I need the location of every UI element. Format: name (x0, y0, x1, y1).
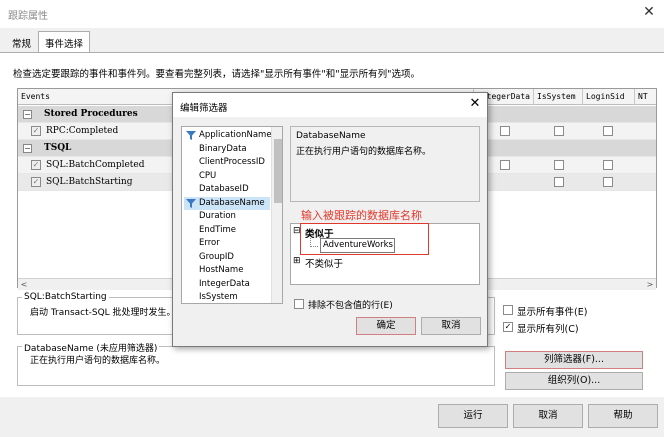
collapse-expander-icon[interactable]: − (23, 144, 32, 153)
event-label: RPC:Completed (46, 126, 119, 136)
column-description-text: 正在执行用户语句的数据库名称。 (30, 356, 166, 366)
filter-field-item[interactable]: EndTime (184, 224, 270, 238)
column-header-issystem[interactable]: IsSystem (533, 89, 582, 105)
annotation-highlight (300, 223, 429, 255)
annotation-text: 输入被跟踪的数据库名称 (301, 209, 422, 222)
filter-field-item[interactable]: DatabaseName (184, 196, 270, 210)
event-checkbox[interactable]: ✓ (31, 160, 41, 170)
filter-field-label: ApplicationName (199, 130, 272, 140)
cancel-button[interactable]: 取消 (513, 404, 583, 428)
show-all-events-checkbox[interactable] (503, 305, 513, 315)
filter-funnel-icon (186, 198, 196, 208)
window-close-button[interactable]: ✕ (640, 3, 658, 21)
filter-field-label: IntegerData (199, 278, 250, 289)
field-description-title: DatabaseName (296, 131, 366, 141)
column-filters-button[interactable]: 列筛选器(F)... (505, 351, 643, 369)
expand-tree-icon[interactable]: ⊞ (293, 256, 301, 266)
scrollbar-thumb[interactable] (274, 139, 282, 203)
filter-field-label: IsSystem (199, 292, 238, 302)
dialog-title-bar: 编辑筛选器 ✕ (173, 93, 487, 117)
event-label: SQL:BatchStarting (46, 177, 133, 187)
filter-field-item[interactable]: IsSystem (184, 291, 270, 303)
event-checkbox[interactable]: ✓ (31, 126, 41, 136)
collapse-expander-icon[interactable]: − (23, 110, 32, 119)
category-label: Stored Procedures (44, 109, 138, 119)
scroll-left-icon[interactable]: < (18, 279, 30, 291)
column-header-loginsid[interactable]: LoginSid (582, 89, 634, 105)
column-checkbox[interactable] (500, 126, 510, 136)
filter-field-item[interactable]: ApplicationName (184, 129, 272, 143)
filter-funnel-icon (186, 131, 196, 140)
dialog-title: 编辑筛选器 (180, 103, 228, 114)
tab-events-selection[interactable]: 事件选择 (38, 31, 91, 53)
column-checkbox[interactable] (500, 160, 510, 170)
filter-field-item[interactable]: ClientProcessID (184, 156, 270, 170)
scroll-right-icon[interactable]: > (644, 279, 656, 291)
category-label: TSQL (44, 143, 72, 153)
event-description-text: 启动 Transact-SQL 批处理时发生。 (30, 308, 176, 318)
help-button[interactable]: 帮助 (588, 404, 658, 428)
filter-field-list: ApplicationName BinaryData ClientProcessID… (181, 126, 283, 304)
column-checkbox[interactable] (603, 177, 613, 187)
field-description-box: DatabaseName 正在执行用户语句的数据库名称。 (290, 126, 480, 202)
filter-field-label: GroupID (199, 251, 234, 262)
filter-field-label: Error (199, 238, 220, 248)
exclude-nulls-label[interactable]: 排除不包含值的行(E) (308, 298, 393, 311)
filter-field-label: BinaryData (199, 143, 247, 154)
column-checkbox[interactable] (554, 160, 564, 170)
run-button[interactable]: 运行 (438, 404, 508, 428)
column-checkbox[interactable] (554, 126, 564, 136)
window-title: 跟踪属性 (8, 11, 48, 22)
filter-field-label: DatabaseID (199, 184, 249, 194)
event-description-title: SQL:BatchStarting (22, 292, 109, 302)
edit-filter-dialog: 编辑筛选器 ✕ ApplicationName BinaryData ClientP… (172, 92, 488, 347)
filter-field-item[interactable]: CPU (184, 170, 270, 184)
filter-field-item[interactable]: IntegerData (184, 278, 270, 292)
show-all-events-label[interactable]: 显示所有事件(E) (517, 304, 587, 318)
filter-field-item[interactable]: HostName (184, 264, 270, 278)
filter-field-item[interactable]: BinaryData (184, 143, 270, 157)
show-all-columns-label[interactable]: 显示所有列(C) (517, 321, 579, 335)
show-all-columns-checkbox[interactable]: ✓ (503, 322, 513, 332)
exclude-nulls-checkbox[interactable] (294, 299, 304, 309)
event-checkbox[interactable]: ✓ (31, 177, 41, 187)
filter-field-item[interactable]: Error (184, 237, 270, 251)
filter-field-label: CPU (199, 170, 217, 181)
window-title-bar: 跟踪属性 ✕ (0, 0, 664, 28)
filter-field-label: HostName (199, 265, 244, 275)
tab-general[interactable]: 常规 (7, 34, 36, 52)
dialog-ok-button[interactable]: 确定 (356, 317, 416, 335)
instruction-text: 检查选定要跟踪的事件和事件列。要查看完整列表，请选择"显示所有事件"和"显示所有… (13, 69, 420, 80)
filter-field-item[interactable]: Duration (184, 210, 270, 224)
field-description-text: 正在执行用户语句的数据库名称。 (296, 147, 432, 157)
filter-field-label: DatabaseName (199, 197, 265, 208)
filter-field-label: EndTime (199, 224, 236, 235)
column-description-box: DatabaseName (未应用筛选器) 正在执行用户语句的数据库名称。 (17, 341, 495, 386)
column-checkbox[interactable] (603, 160, 613, 170)
column-checkbox[interactable] (554, 177, 564, 187)
column-header-nt[interactable]: NT (634, 89, 656, 105)
field-list-scrollbar[interactable] (271, 127, 282, 303)
column-checkbox[interactable] (603, 126, 613, 136)
filter-field-item[interactable]: GroupID (184, 251, 270, 265)
dialog-close-button[interactable]: ✕ (467, 96, 483, 112)
dialog-cancel-button[interactable]: 取消 (421, 317, 481, 335)
filter-field-label: ClientProcessID (199, 157, 265, 167)
filter-field-label: Duration (199, 211, 236, 221)
footer-bar: 运行 取消 帮助 (0, 397, 664, 437)
filter-field-item[interactable]: DatabaseID (184, 183, 270, 197)
organize-columns-button[interactable]: 组织列(O)... (505, 372, 643, 390)
not-like-operator-label[interactable]: 不类似于 (305, 256, 343, 270)
event-label: SQL:BatchCompleted (46, 160, 145, 170)
